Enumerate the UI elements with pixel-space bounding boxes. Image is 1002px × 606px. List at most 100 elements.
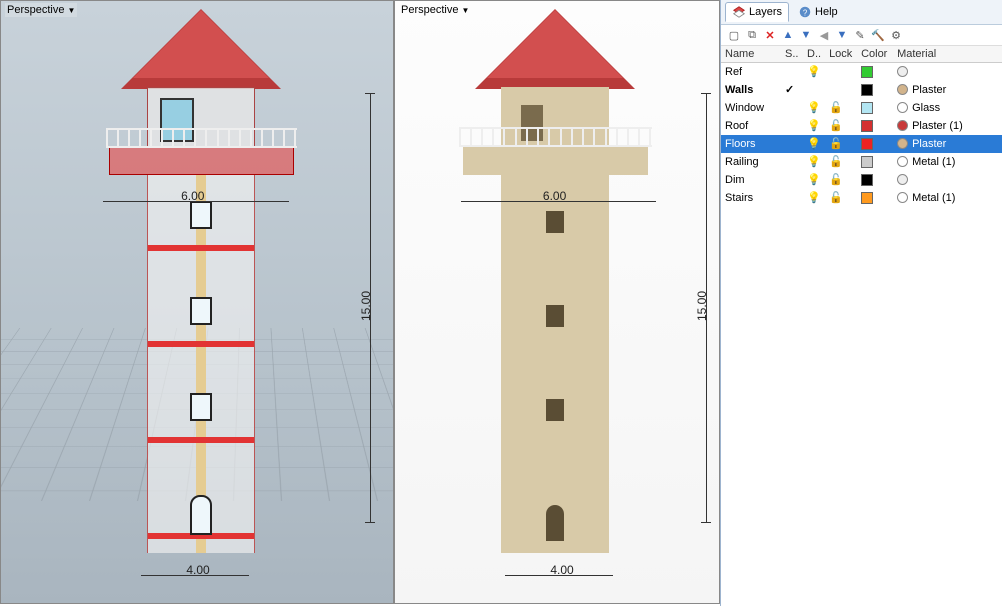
chevron-down-icon[interactable]: ▼ — [461, 6, 469, 15]
layer-on[interactable] — [803, 81, 825, 99]
layer-material[interactable]: Plaster (1) — [893, 117, 1002, 135]
layer-material[interactable]: Plaster — [893, 81, 1002, 99]
tower-model[interactable] — [106, 9, 296, 589]
layer-material[interactable]: Metal (1) — [893, 189, 1002, 207]
deck — [463, 147, 648, 175]
layer-color[interactable] — [857, 81, 893, 99]
layer-lock[interactable] — [825, 63, 857, 81]
layer-color[interactable] — [857, 135, 893, 153]
layer-checked[interactable] — [781, 63, 803, 81]
layer-on[interactable]: 💡 — [803, 63, 825, 81]
col-s[interactable]: S.. — [781, 46, 803, 63]
layer-on[interactable]: 💡 — [803, 99, 825, 117]
col-name[interactable]: Name — [721, 46, 781, 63]
layer-name[interactable]: Window — [721, 99, 781, 117]
layer-checked[interactable] — [781, 153, 803, 171]
viewport-title[interactable]: Perspective ▼ — [5, 3, 77, 17]
dimension-deck: 6.00 — [461, 195, 656, 217]
layer-on[interactable]: 💡 — [803, 153, 825, 171]
filter-icon[interactable]: ▼ — [835, 28, 849, 42]
col-d[interactable]: D.. — [803, 46, 825, 63]
copy-layer-icon[interactable]: ⧉ — [745, 28, 759, 42]
layer-color[interactable] — [857, 117, 893, 135]
roof-icon — [475, 9, 635, 89]
layer-material[interactable]: Metal (1) — [893, 153, 1002, 171]
layer-row[interactable]: Walls✓ Plaster — [721, 81, 1002, 99]
layer-checked[interactable] — [781, 99, 803, 117]
tab-help[interactable]: ? Help — [791, 2, 845, 22]
new-layer-icon[interactable]: ▢ — [727, 28, 741, 42]
layer-color[interactable] — [857, 99, 893, 117]
layer-on[interactable]: 💡 — [803, 189, 825, 207]
move-up-icon[interactable]: ▲ — [781, 28, 795, 42]
layer-lock[interactable]: 🔓 — [825, 171, 857, 189]
layer-name[interactable]: Ref — [721, 63, 781, 81]
dimension-height: 15.00 — [687, 93, 711, 523]
panel-tabs: Layers ? Help — [721, 0, 1002, 25]
layer-name[interactable]: Railing — [721, 153, 781, 171]
layer-name[interactable]: Roof — [721, 117, 781, 135]
layers-table: Name S.. D.. Lock Color Material Ref💡Wal… — [721, 46, 1002, 207]
dimension-width: 4.00 — [141, 569, 249, 591]
layer-material[interactable]: Glass — [893, 99, 1002, 117]
layer-material[interactable]: Plaster — [893, 135, 1002, 153]
layer-checked[interactable] — [781, 135, 803, 153]
layer-row[interactable]: Stairs 💡🔓 Metal (1) — [721, 189, 1002, 207]
layer-color[interactable] — [857, 171, 893, 189]
layer-on[interactable]: 💡 — [803, 117, 825, 135]
layer-row[interactable]: Window 💡🔓 Glass — [721, 99, 1002, 117]
tab-layers[interactable]: Layers — [725, 2, 789, 22]
deck — [109, 147, 294, 175]
layer-color[interactable] — [857, 189, 893, 207]
layer-material[interactable] — [893, 63, 1002, 81]
col-color[interactable]: Color — [857, 46, 893, 63]
roof-icon — [121, 9, 281, 89]
col-lock[interactable]: Lock — [825, 46, 857, 63]
layer-lock[interactable]: 🔓 — [825, 189, 857, 207]
dimension-deck: 6.00 — [103, 195, 289, 217]
settings-icon[interactable]: ⚙ — [889, 28, 903, 42]
layers-icon — [732, 5, 746, 19]
layer-row[interactable]: Floors 💡🔓 Plaster — [721, 135, 1002, 153]
layer-name[interactable]: Dim — [721, 171, 781, 189]
chevron-down-icon[interactable]: ▼ — [67, 6, 75, 15]
layer-name[interactable]: Walls — [721, 81, 781, 99]
layers-toolbar: ▢ ⧉ ✕ ▲ ▼ ◀ ▼ ✎ 🔨 ⚙ — [721, 25, 1002, 46]
layer-lock[interactable]: 🔓 — [825, 153, 857, 171]
layer-checked[interactable]: ✓ — [781, 81, 803, 99]
svg-text:?: ? — [803, 9, 808, 18]
layer-material[interactable] — [893, 171, 1002, 189]
viewport-label: Perspective — [401, 4, 458, 16]
layer-checked[interactable] — [781, 117, 803, 135]
viewport-label: Perspective — [7, 4, 64, 16]
delete-layer-icon[interactable]: ✕ — [763, 28, 777, 42]
layer-row[interactable]: Ref 💡 — [721, 63, 1002, 81]
layer-lock[interactable]: 🔓 — [825, 135, 857, 153]
shaft — [147, 175, 255, 553]
layer-lock[interactable]: 🔓 — [825, 117, 857, 135]
move-left-icon[interactable]: ◀ — [817, 28, 831, 42]
layer-row[interactable]: Dim 💡🔓 — [721, 171, 1002, 189]
layer-checked[interactable] — [781, 189, 803, 207]
layer-color[interactable] — [857, 63, 893, 81]
layer-on[interactable]: 💡 — [803, 171, 825, 189]
viewport-perspective-render[interactable]: Perspective ▼ 15.00 6.00 — [394, 0, 720, 604]
layer-checked[interactable] — [781, 171, 803, 189]
edit-icon[interactable]: ✎ — [853, 28, 867, 42]
layers-panel: Layers ? Help ▢ ⧉ ✕ ▲ ▼ ◀ ▼ ✎ 🔨 ⚙ Name S… — [720, 0, 1002, 606]
hammer-icon[interactable]: 🔨 — [871, 28, 885, 42]
layer-on[interactable]: 💡 — [803, 135, 825, 153]
viewport-title[interactable]: Perspective ▼ — [399, 3, 471, 17]
tower-model-render[interactable] — [455, 9, 655, 589]
layer-row[interactable]: Railing 💡🔓 Metal (1) — [721, 153, 1002, 171]
layer-lock[interactable]: 🔓 — [825, 99, 857, 117]
move-down-icon[interactable]: ▼ — [799, 28, 813, 42]
layer-lock[interactable] — [825, 81, 857, 99]
layer-row[interactable]: Roof 💡🔓 Plaster (1) — [721, 117, 1002, 135]
dimension-height: 15.00 — [351, 93, 375, 523]
viewport-perspective-wire[interactable]: Perspective ▼ — [0, 0, 394, 604]
layer-name[interactable]: Floors — [721, 135, 781, 153]
col-material[interactable]: Material — [893, 46, 1002, 63]
layer-name[interactable]: Stairs — [721, 189, 781, 207]
layer-color[interactable] — [857, 153, 893, 171]
